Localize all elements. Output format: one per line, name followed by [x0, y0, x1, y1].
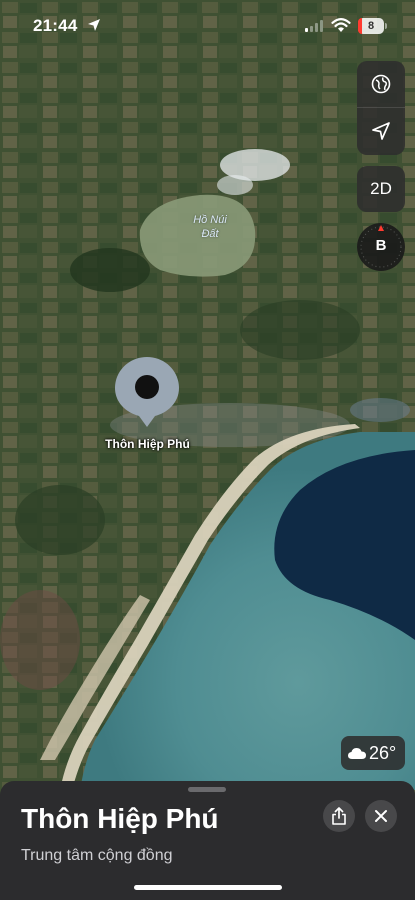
compass-letter: B — [375, 237, 387, 254]
share-icon — [332, 807, 346, 825]
share-button[interactable] — [323, 800, 355, 832]
location-arrow-icon — [88, 19, 100, 31]
battery-icon: 8 — [358, 18, 384, 34]
lake-label: Hồ Núi Đất — [180, 213, 240, 241]
globe-icon — [371, 74, 391, 94]
view-mode-button[interactable]: 2D — [357, 166, 405, 212]
place-category: Trung tâm cộng đồng — [21, 847, 173, 864]
current-location-button[interactable] — [357, 108, 405, 154]
home-indicator[interactable] — [134, 885, 282, 890]
cloud-icon — [348, 748, 366, 759]
close-button[interactable] — [365, 800, 397, 832]
signal-icon — [305, 20, 323, 32]
place-title: Thôn Hiệp Phú — [21, 803, 219, 834]
compass-button[interactable]: B — [357, 223, 405, 271]
pin-label: Thôn Hiệp Phú — [105, 437, 190, 451]
weather-badge[interactable]: 26° — [341, 736, 405, 770]
map-controls-group — [357, 61, 405, 155]
place-sheet[interactable]: Thôn Hiệp Phú Trung tâm cộng đồng — [0, 781, 415, 900]
sheet-grabber[interactable] — [188, 787, 226, 792]
close-icon — [375, 810, 387, 822]
battery-level: 8 — [367, 20, 375, 32]
lake-label-line2: Đất — [201, 228, 219, 240]
status-bar: 21:44 8 — [0, 0, 415, 52]
battery-tip — [385, 23, 387, 29]
map-style-button[interactable] — [357, 61, 405, 107]
lake-label-line1: Hồ Núi — [193, 214, 227, 226]
temperature: 26° — [369, 743, 397, 763]
map-pin-icon — [115, 357, 179, 427]
status-time: 21:44 — [33, 16, 78, 35]
location-arrow-icon — [372, 122, 390, 140]
wifi-icon — [331, 18, 351, 32]
location-pin[interactable] — [113, 355, 181, 429]
